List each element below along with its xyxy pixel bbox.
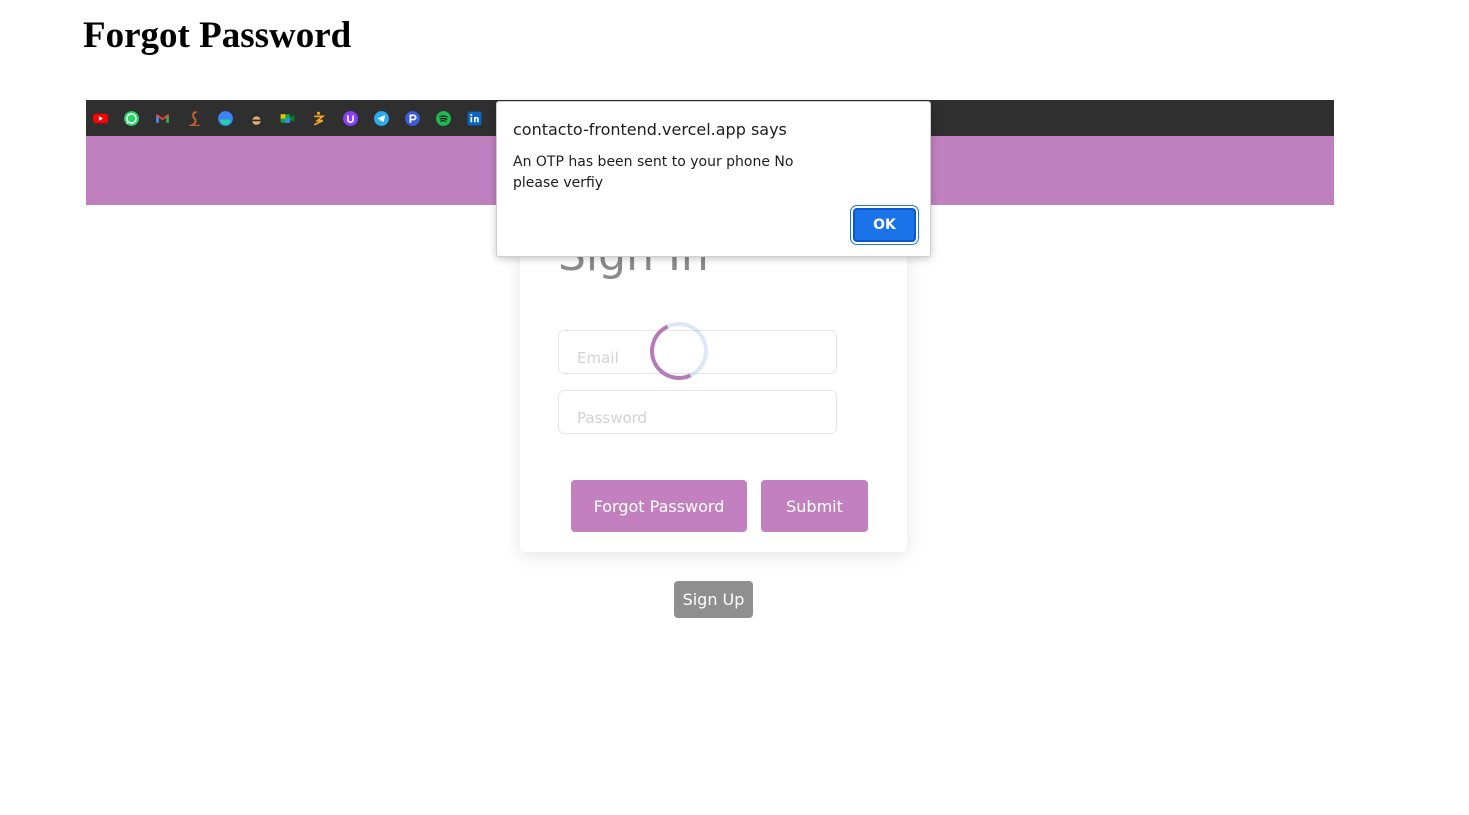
dialog-title: contacto-frontend.vercel.app says [513,120,787,139]
alert-dialog: contacto-frontend.vercel.app says An OTP… [496,101,931,257]
linkedin-icon[interactable] [466,110,483,127]
submit-button[interactable]: Submit [761,480,868,532]
forgot-password-button[interactable]: Forgot Password [571,480,747,532]
pcloud-icon[interactable] [404,110,421,127]
youtube-icon[interactable] [92,110,109,127]
whatsapp-icon[interactable] [123,110,140,127]
dialog-message: An OTP has been sent to your phone No pl… [513,154,794,191]
gmail-icon[interactable] [154,110,171,127]
firefox-relay-icon[interactable] [217,110,234,127]
spotify-icon[interactable] [435,110,452,127]
purple-u-icon[interactable] [342,110,359,127]
password-field[interactable] [558,390,837,434]
stackedit-icon[interactable] [186,110,203,127]
duck-icon[interactable] [310,110,327,127]
ninja-icon[interactable] [248,110,265,127]
ok-button[interactable]: OK [853,208,916,242]
telegram-icon[interactable] [373,110,390,127]
google-meet-icon[interactable] [279,110,296,127]
page-title: Forgot Password [83,15,352,56]
signup-button[interactable]: Sign Up [674,581,753,618]
